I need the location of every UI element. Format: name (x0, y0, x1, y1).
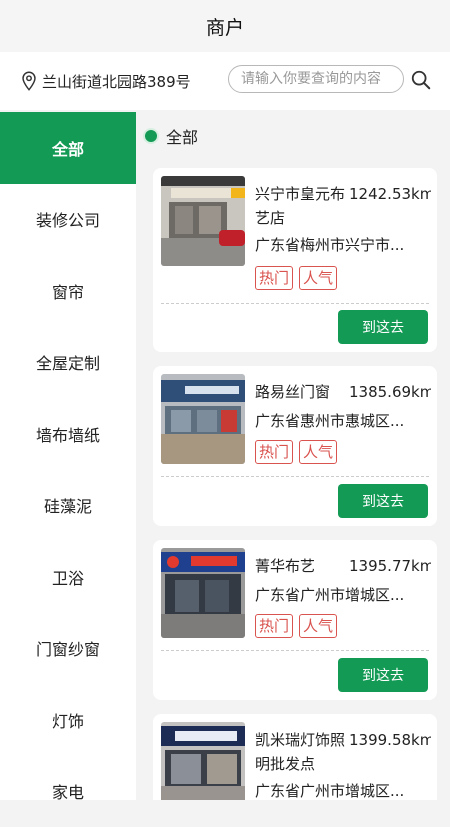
sidebar-item-custom-furniture[interactable]: 全屋定制 (0, 327, 136, 399)
section-header: 全部 (136, 112, 450, 160)
divider (161, 476, 429, 477)
search-box[interactable] (228, 65, 404, 93)
popular-tag: 人气 (299, 614, 337, 638)
merchant-distance: 1385.69km (349, 380, 431, 404)
sidebar-item-curtains[interactable]: 窗帘 (0, 255, 136, 327)
radio-dot-icon (145, 130, 157, 142)
navigate-button[interactable]: 到这去 (338, 484, 428, 518)
location-bar: 兰山街道北园路389号 (0, 52, 450, 110)
merchant-name: 凯米瑞灯饰照明批发点 (255, 728, 347, 776)
search-icon[interactable] (410, 69, 432, 91)
merchant-name: 路易丝门窗 (255, 380, 347, 404)
search-input[interactable] (241, 66, 401, 92)
navigate-button[interactable]: 到这去 (338, 658, 428, 692)
storefront-photo (161, 548, 245, 638)
sidebar-item-wallpaper[interactable]: 墙布墙纸 (0, 398, 136, 470)
hot-tag: 热门 (255, 266, 293, 290)
section-title: 全部 (166, 124, 198, 148)
merchant-address: 广东省梅州市兴宁市... (255, 234, 427, 255)
divider (161, 650, 429, 651)
sidebar-item-appliances[interactable]: 家电 (0, 756, 136, 827)
merchant-address: 广东省惠州市惠城区... (255, 410, 427, 431)
hot-tag: 热门 (255, 614, 293, 638)
hot-tag: 热门 (255, 440, 293, 464)
location-pin-icon (18, 70, 40, 92)
current-address[interactable]: 兰山街道北园路389号 (42, 71, 191, 92)
tag-list: 热门 人气 (255, 440, 337, 464)
navigate-button[interactable]: 到这去 (338, 310, 428, 344)
merchant-distance: 1399.58km (349, 728, 431, 752)
merchant-distance: 1242.53km (349, 182, 431, 206)
merchant-address: 广东省广州市增城区... (255, 584, 427, 605)
popular-tag: 人气 (299, 266, 337, 290)
merchant-distance: 1395.77km (349, 554, 431, 578)
page-title: 商户 (206, 13, 244, 40)
merchant-card[interactable]: 兴宁市皇元布艺店 1242.53km 广东省梅州市兴宁市... 热门 人气 到这… (153, 168, 437, 352)
merchant-card[interactable]: 凯米瑞灯饰照明批发点 1399.58km 广东省广州市增城区... (153, 714, 437, 800)
merchant-card[interactable]: 路易丝门窗 1385.69km 广东省惠州市惠城区... 热门 人气 到这去 (153, 366, 437, 526)
sidebar-item-lighting[interactable]: 灯饰 (0, 684, 136, 756)
storefront-photo (161, 176, 245, 266)
app-header: 商户 (0, 0, 450, 52)
divider (161, 303, 429, 304)
tag-list: 热门 人气 (255, 614, 337, 638)
merchant-name: 兴宁市皇元布艺店 (255, 182, 347, 230)
popular-tag: 人气 (299, 440, 337, 464)
merchant-name: 菁华布艺 (255, 554, 347, 578)
sidebar-item-decoration-company[interactable]: 装修公司 (0, 184, 136, 256)
sidebar-item-all[interactable]: 全部 (0, 112, 136, 184)
merchant-card[interactable]: 菁华布艺 1395.77km 广东省广州市增城区... 热门 人气 到这去 (153, 540, 437, 700)
tag-list: 热门 人气 (255, 266, 337, 290)
sidebar-item-doors-windows[interactable]: 门窗纱窗 (0, 613, 136, 685)
merchant-list: 全部 兴宁市皇元布艺店 1242.53km 广东省梅州市兴宁市... 热门 人气… (136, 112, 450, 800)
storefront-photo (161, 374, 245, 464)
sidebar-item-diatom-mud[interactable]: 硅藻泥 (0, 470, 136, 542)
storefront-photo (161, 722, 245, 800)
sidebar-item-bathroom[interactable]: 卫浴 (0, 541, 136, 613)
merchant-address: 广东省广州市增城区... (255, 780, 427, 800)
category-sidebar: 全部 装修公司 窗帘 全屋定制 墙布墙纸 硅藻泥 卫浴 门窗纱窗 灯饰 家电 (0, 112, 136, 800)
